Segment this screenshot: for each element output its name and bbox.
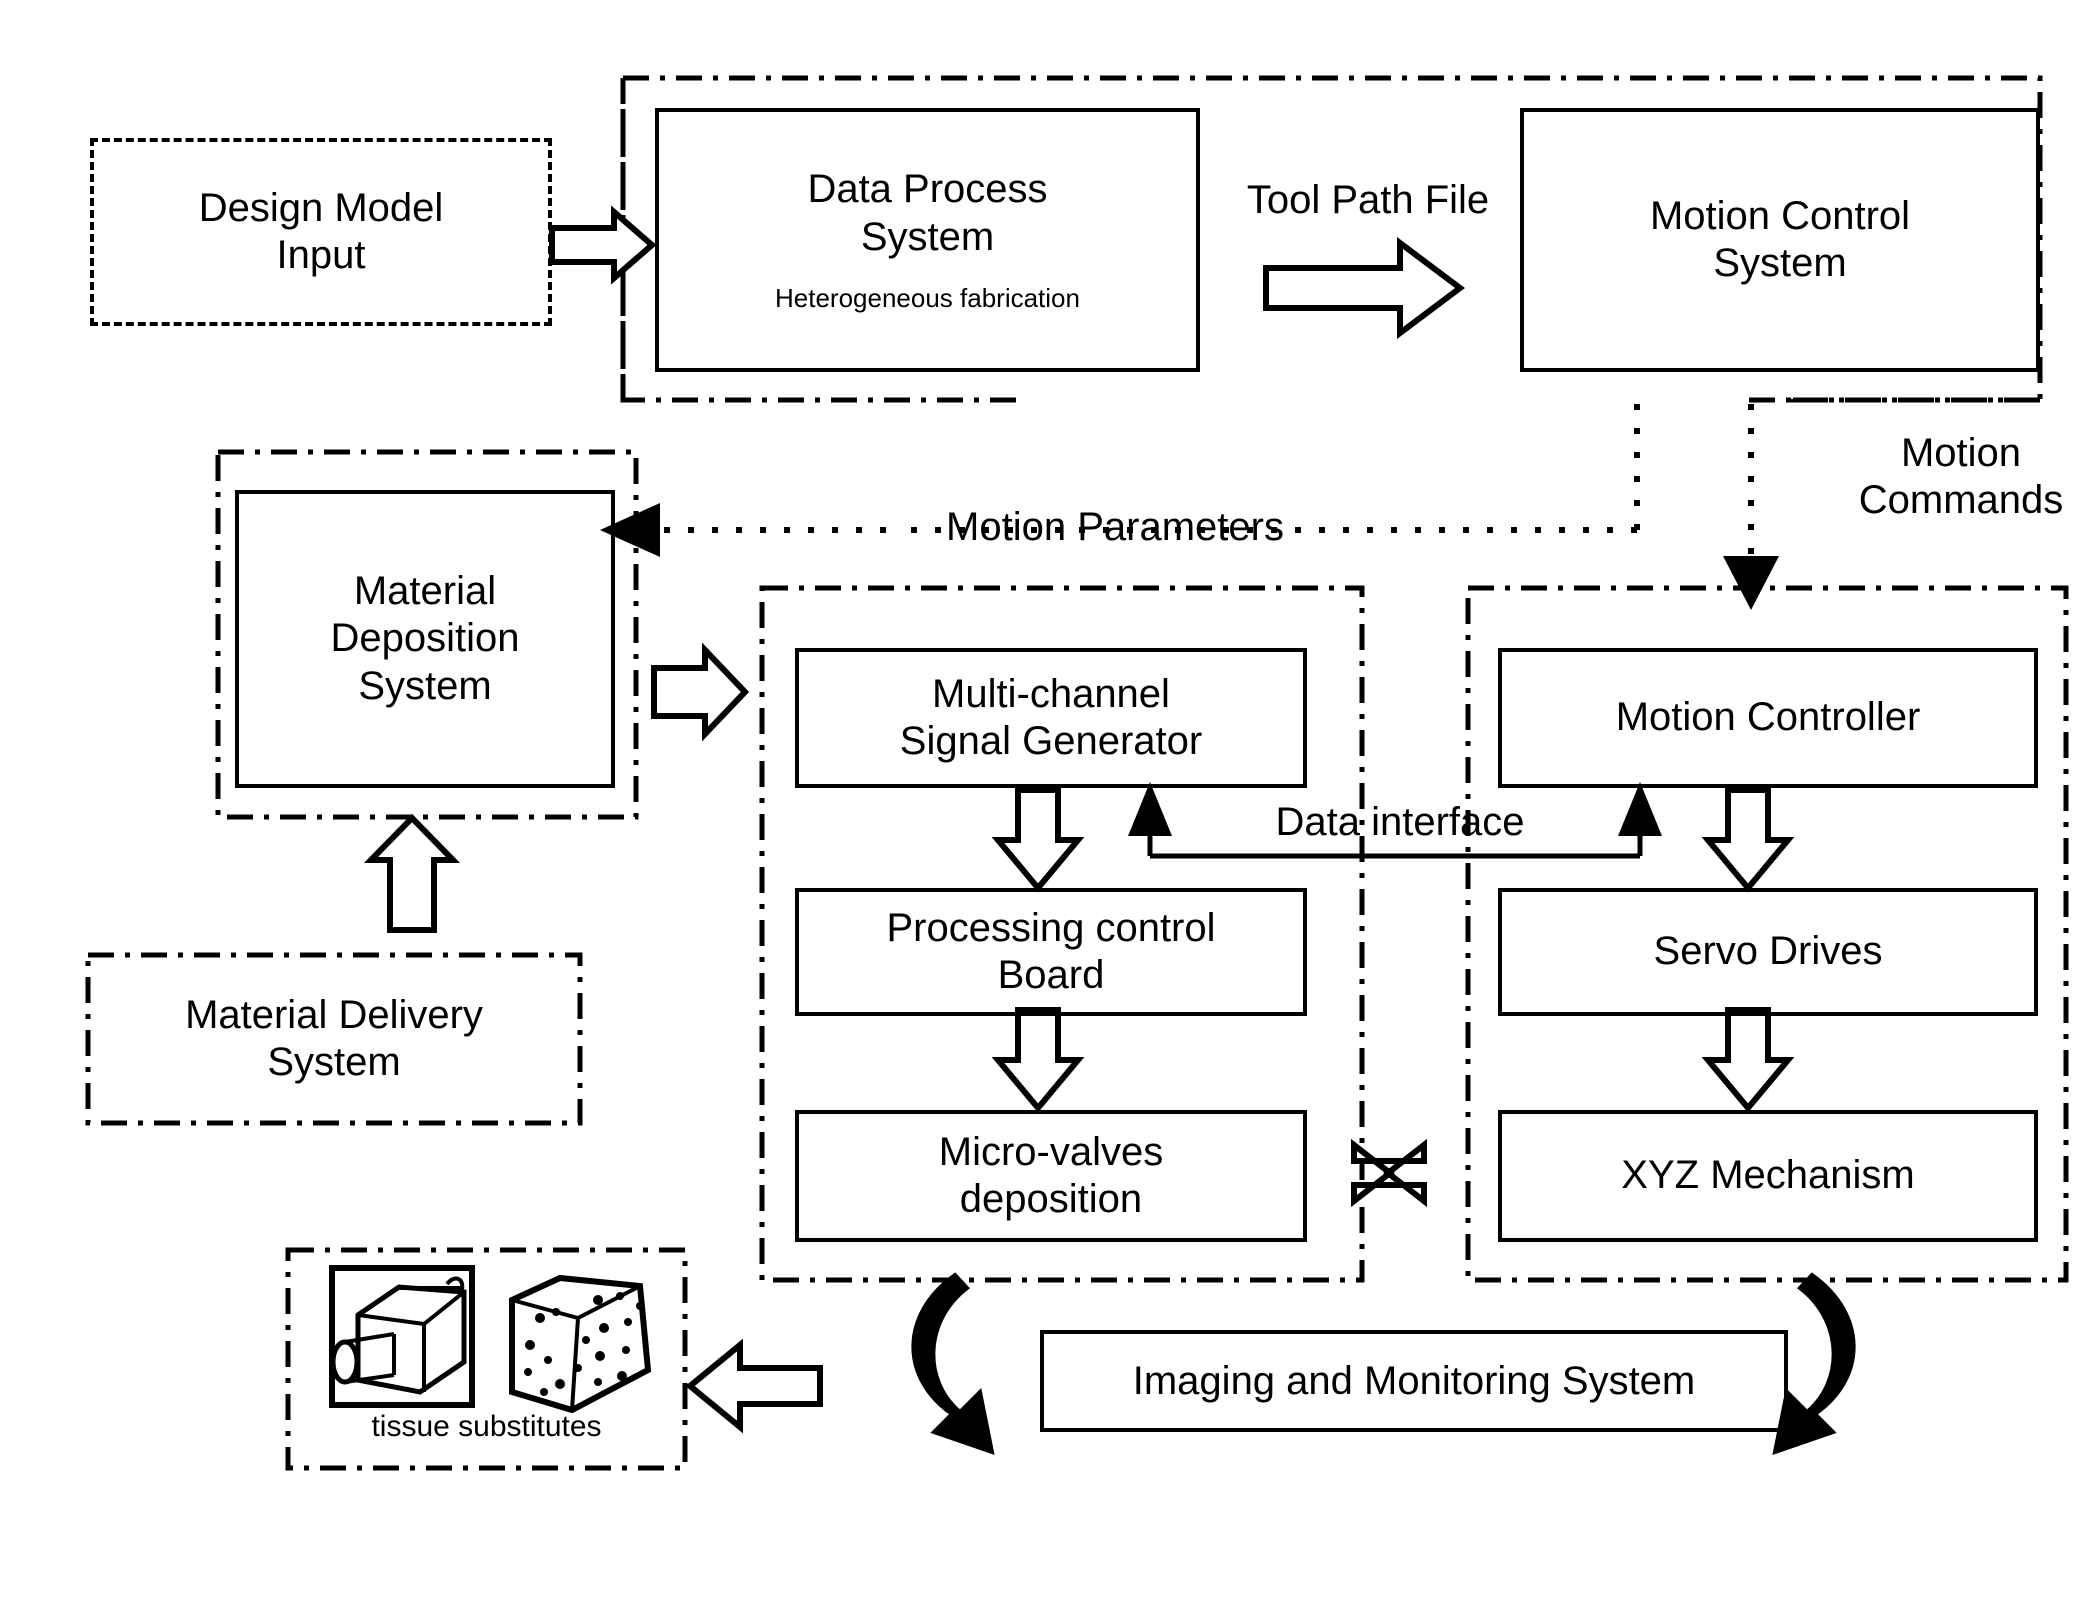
connector-motion-commands [1723, 404, 1779, 610]
node-label: Material Deposition System [330, 569, 520, 708]
node-subtitle: Heterogeneous fabrication [775, 282, 1080, 313]
tissue-substitutes-label: tissue substitutes [371, 1410, 602, 1443]
node-label: Design Model Input [198, 185, 444, 277]
node-label: Material Delivery System [185, 992, 483, 1084]
arrow-tool-path-file [1263, 237, 1465, 339]
node-imaging-monitoring-system[interactable]: Imaging and Monitoring System [1040, 1330, 1788, 1432]
arrow-delivery-to-deposition [363, 813, 461, 933]
node-material-deposition-system[interactable]: Material Deposition System [235, 490, 615, 788]
edge-label-tool-path-file: Tool Path File [1246, 178, 1490, 222]
arrow-to-tissue-substitutes [685, 1338, 823, 1434]
node-xyz-mechanism[interactable]: XYZ Mechanism [1498, 1110, 2038, 1242]
node-label: Motion Controller [1615, 695, 1921, 740]
node-label: XYZ Mechanism [1621, 1153, 1915, 1198]
diagram-canvas: .st { fill:none; stroke:#000; stroke-wid… [0, 0, 2099, 1611]
arrow-servo-to-xyz [1701, 1007, 1795, 1113]
arrow-board-to-microvalves [991, 1007, 1085, 1113]
node-micro-valves-deposition[interactable]: Micro-valves deposition [795, 1110, 1307, 1242]
arrow-controller-to-servo [1701, 787, 1795, 893]
porous-scaffold-icon [509, 1274, 652, 1414]
node-label: Imaging and Monitoring System [1132, 1358, 1696, 1403]
arrow-design-to-dataprocess [549, 205, 657, 285]
edge-label-motion-commands: Motion Commands [1858, 431, 2064, 523]
node-label: Motion Control System [1649, 193, 1911, 285]
node-design-model-input[interactable]: Design Model Input [90, 138, 552, 326]
node-label: Micro-valves deposition [938, 1129, 1164, 1221]
edge-label-data-interface: Data interface [1275, 800, 1525, 844]
node-motion-controller[interactable]: Motion Controller [1498, 648, 2038, 788]
node-multi-channel-signal-generator[interactable]: Multi-channel Signal Generator [795, 648, 1307, 788]
arrow-signalgen-to-board [991, 787, 1085, 893]
node-label: Servo Drives [1653, 929, 1883, 974]
node-data-process-system[interactable]: Data Process System Heterogeneous fabric… [655, 108, 1200, 372]
node-servo-drives[interactable]: Servo Drives [1498, 888, 2038, 1016]
node-label: Data Process System [807, 167, 1048, 259]
curved-arrow-imaging-left [911, 1272, 995, 1456]
cube-cylinder-icon [329, 1265, 475, 1408]
node-motion-control-system[interactable]: Motion Control System [1520, 108, 2040, 372]
edge-label-motion-parameters: Motion Parameters [946, 505, 1284, 549]
node-label: Multi-channel Signal Generator [899, 671, 1203, 763]
node-processing-control-board[interactable]: Processing control Board [795, 888, 1307, 1016]
node-label: Processing control Board [886, 905, 1216, 997]
arrow-deposition-to-signalgen [651, 642, 750, 742]
node-material-delivery-system[interactable]: Material Delivery System [95, 960, 573, 1118]
